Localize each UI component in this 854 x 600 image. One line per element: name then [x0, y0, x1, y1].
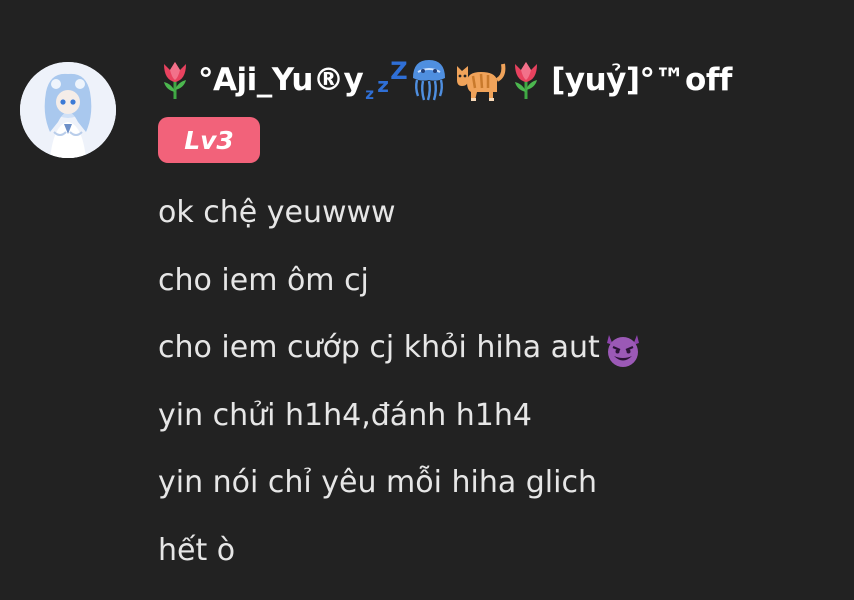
comment-line-text: cho iem cướp cj khỏi hiha aut [158, 330, 600, 366]
username-suffix: [yuỷ]°™off [551, 62, 732, 98]
comment-line-text: hết ò [158, 532, 236, 568]
comment-line: cho iem ôm cj [158, 256, 645, 324]
zzz-icon: z z Z [363, 57, 407, 103]
username-name: °Aji_Yu®y [198, 62, 364, 98]
tulip-icon [509, 60, 543, 100]
zzz-z-medium: z [377, 73, 389, 97]
level-badge: Lv3 [158, 117, 260, 163]
comment-line: yin chửi h1h4,đánh h1h4 [158, 391, 645, 459]
comment-line: yin nói chỉ yêu mỗi hiha glich [158, 458, 645, 526]
avatar[interactable] [20, 62, 116, 158]
smiling-devil-icon [601, 329, 645, 385]
anime-avatar-icon [20, 62, 116, 158]
comment-line-text: yin nói chỉ yêu mỗi hiha glich [158, 465, 597, 501]
comment-line: ok chệ yeuwww [158, 188, 645, 256]
comment-line: cho iem cướp cj khỏi hiha aut [158, 323, 645, 391]
comment-line: hết ò [158, 526, 645, 594]
zzz-z-large: Z [390, 57, 408, 85]
comment-line-text: ok chệ yeuwww [158, 195, 396, 230]
jellyfish-icon [409, 58, 449, 102]
zzz-z-small: z [365, 85, 374, 103]
comment-line-text: yin chửi h1h4,đánh h1h4 [158, 397, 532, 433]
comment-post: °Aji_Yu®y z z Z [yuỷ]°™off Lv3 ok chệ ye… [0, 0, 854, 600]
tulip-icon [158, 60, 192, 100]
cat-icon [453, 58, 507, 102]
comment-body: ok chệ yeuwww cho iem ôm cj cho iem cướp… [158, 188, 645, 594]
comment-line-text: cho iem ôm cj [158, 262, 369, 298]
username[interactable]: °Aji_Yu®y z z Z [yuỷ]°™off [158, 50, 732, 110]
